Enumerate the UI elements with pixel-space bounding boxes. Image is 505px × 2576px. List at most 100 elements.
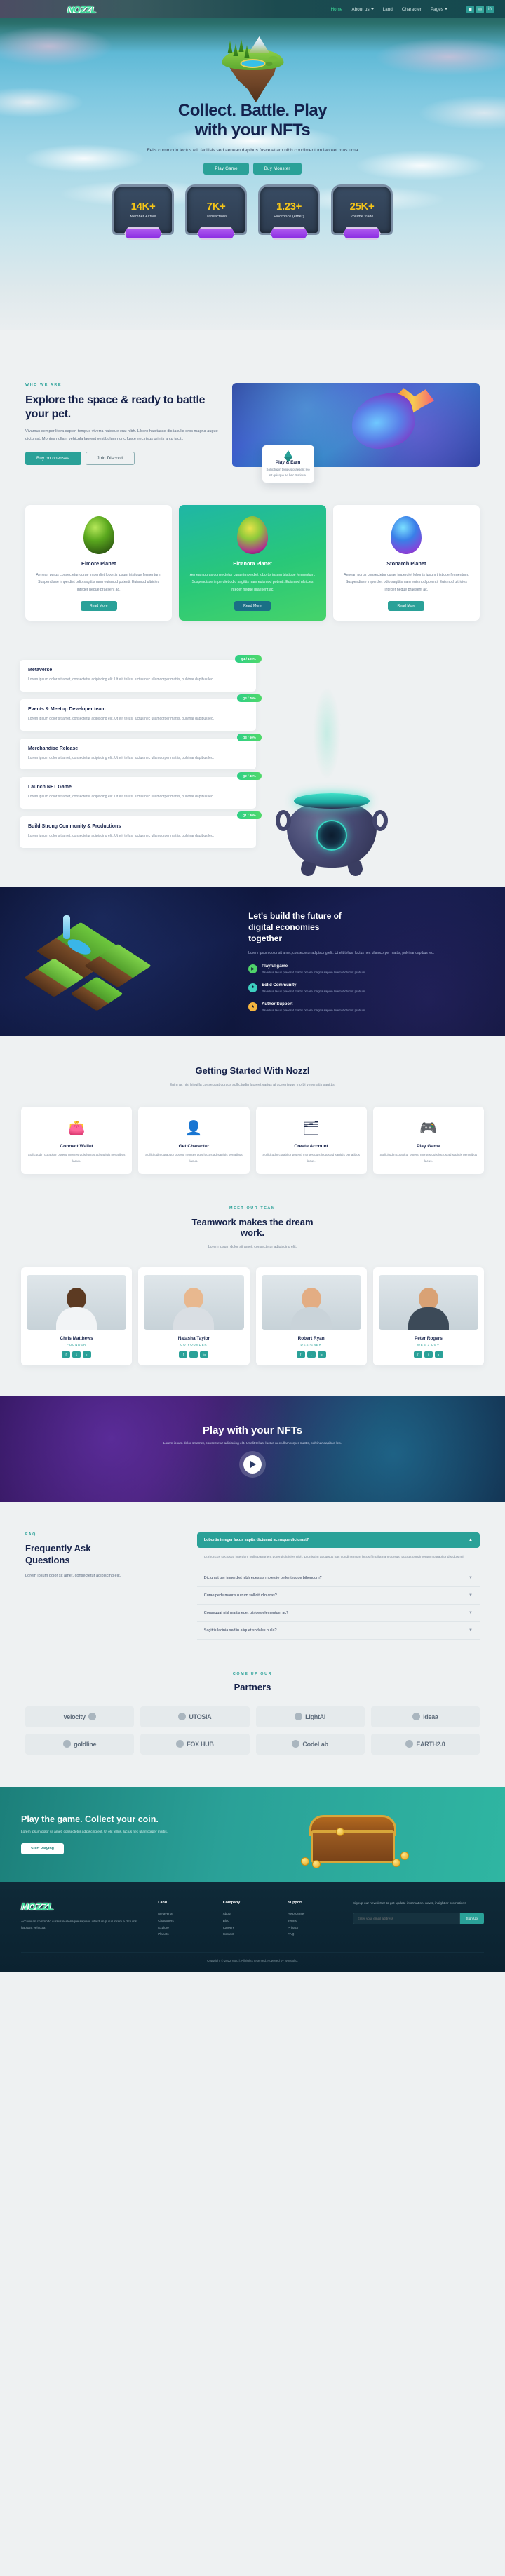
planet-egg-icon: [391, 516, 422, 554]
faq-item[interactable]: Curae pede mauris rutrum sollicitudin cr…: [196, 1587, 480, 1605]
video-section: Play with your NFTs Lorem ipsum dolor si…: [0, 1396, 505, 1502]
footer-column-land: Land Metaverse Characters Explore Planet…: [158, 1901, 213, 1938]
linkedin-icon[interactable]: in: [434, 1351, 443, 1358]
nav-label: About us: [351, 6, 370, 12]
step-create-account[interactable]: 🗂 Create Account Sollicitudin curabitur …: [255, 1107, 367, 1175]
team-member-card[interactable]: Peter Rogers WEB 3 DEV f t in: [372, 1267, 484, 1366]
nav-label: Pages: [430, 6, 443, 12]
play-triangle-icon: [250, 1461, 256, 1469]
start-playing-button[interactable]: Start Playing: [21, 1843, 64, 1855]
footer-link[interactable]: FAQ: [288, 1931, 343, 1938]
linkedin-icon[interactable]: in: [317, 1351, 326, 1358]
partner-logo-velocity[interactable]: velocity: [25, 1706, 135, 1727]
planet-title: Elcanora Planet: [233, 560, 272, 567]
partner-logo-codelab[interactable]: CodeLab: [255, 1733, 365, 1755]
twitter-icon[interactable]: t: [424, 1351, 433, 1358]
member-name: Natasha Taylor: [177, 1336, 210, 1342]
planets-section: Elmore Planet Aenean purus consectetur c…: [0, 467, 505, 621]
planet-card-elcanora[interactable]: Elcanora Planet Aenean purus consectetur…: [179, 505, 326, 621]
play-game-icon: 🎮: [419, 1120, 438, 1136]
planet-read-more-button[interactable]: Read More: [80, 601, 117, 612]
newsletter-email-input[interactable]: [352, 1912, 460, 1924]
twitter-icon[interactable]: t: [307, 1351, 316, 1358]
linkedin-icon[interactable]: in: [83, 1351, 92, 1358]
faq-item[interactable]: Dictumst per imperdiet nibh egestas mole…: [196, 1570, 480, 1587]
buy-monster-button[interactable]: Buy Monster: [252, 162, 302, 175]
partner-logo-goldline[interactable]: goldline: [25, 1733, 135, 1755]
feature-desc: Pavellius lacus placerat mattis ornare m…: [262, 989, 366, 993]
faq-item[interactable]: Sagittis lacinia sed in aliquet sodales …: [196, 1622, 480, 1640]
team-member-card[interactable]: Chris Matthews FOUNDER f t in: [21, 1267, 133, 1366]
footer-column-company: Company About Blog Careers Contact: [223, 1901, 278, 1938]
nav-item-land[interactable]: Land: [383, 7, 393, 12]
facebook-icon[interactable]: f: [413, 1351, 422, 1358]
avatar: [261, 1275, 361, 1330]
footer-link[interactable]: Contact: [223, 1931, 278, 1938]
planet-read-more-button[interactable]: Read More: [388, 601, 425, 612]
newsletter-signup-button[interactable]: Sign Up: [459, 1912, 484, 1924]
twitter-icon[interactable]: t: [72, 1351, 81, 1358]
footer-link[interactable]: Blog: [223, 1917, 278, 1924]
getting-started-section: Getting Started With Nozzl Enim ac nisl …: [0, 1036, 505, 1175]
about-eyebrow: WHO WE ARE: [25, 383, 62, 387]
footer-logo[interactable]: NOZZL: [21, 1901, 148, 1912]
roadmap-card: Metaverse Lorem ipsum dolor sit amet, co…: [20, 660, 256, 692]
twitter-icon[interactable]: t: [189, 1351, 198, 1358]
twitter-icon[interactable]: ✉: [476, 5, 484, 13]
hero-section: NOZZL Home About us Land Character Pages…: [0, 0, 505, 330]
play-button[interactable]: [243, 1455, 262, 1474]
footer-link[interactable]: Characters: [158, 1917, 213, 1924]
step-get-character[interactable]: 👤 Get Character Sollicitudin curabitur p…: [138, 1107, 250, 1175]
team-member-card[interactable]: Natasha Taylor CO FOUNDER f t in: [138, 1267, 250, 1366]
logo-mark-icon: [176, 1740, 184, 1748]
facebook-icon[interactable]: f: [62, 1351, 71, 1358]
footer-link[interactable]: Help Center: [288, 1910, 343, 1917]
faq-item-open[interactable]: Lobortis integer lacus sapita dictumst a…: [196, 1532, 480, 1549]
nav-item-pages[interactable]: Pages: [431, 7, 447, 12]
logo-mark-icon: [405, 1740, 414, 1748]
linkedin-icon[interactable]: in: [486, 5, 494, 13]
roadmap-title: Events & Meetup Developer team: [28, 706, 106, 712]
partner-logo-foxhub[interactable]: FOX HUB: [140, 1733, 250, 1755]
nav-item-about-us[interactable]: About us: [351, 6, 374, 12]
faq-item[interactable]: Consequat nisl mattis eget ultrices elem…: [196, 1605, 480, 1622]
partner-logo-lightai[interactable]: LightAI: [255, 1706, 365, 1727]
nav-item-home[interactable]: Home: [331, 7, 343, 12]
hero-title-line2: with your NFTs: [194, 121, 311, 140]
chevron-down-icon: ▼: [469, 1610, 473, 1615]
planet-card-stonarch[interactable]: Stonarch Planet Aenean purus consectetur…: [332, 505, 480, 621]
facebook-icon[interactable]: f: [296, 1351, 305, 1358]
isometric-island-illustration: [21, 905, 238, 1018]
stat-value: 7K+: [206, 200, 226, 213]
footer-link[interactable]: Careers: [223, 1924, 278, 1931]
planet-egg-icon: [83, 516, 114, 554]
footer-link[interactable]: Metaverse: [158, 1910, 213, 1917]
step-play-game[interactable]: 🎮 Play Game Sollicitudin curabitur poten…: [372, 1107, 484, 1175]
linkedin-icon[interactable]: in: [200, 1351, 209, 1358]
buy-on-opensea-button[interactable]: Buy on opensea: [25, 452, 81, 466]
footer-link[interactable]: Explore: [158, 1924, 213, 1931]
step-connect-wallet[interactable]: 👛 Connect Wallet Sollicitudin curabitur …: [21, 1107, 133, 1175]
partner-logo-ideaa[interactable]: ideaa: [370, 1706, 480, 1727]
instagram-icon[interactable]: ▣: [466, 5, 474, 13]
footer-link[interactable]: Terms: [288, 1917, 343, 1924]
nav-item-character[interactable]: Character: [402, 7, 422, 12]
stat-value: 14K+: [130, 200, 156, 213]
footer-link[interactable]: About: [223, 1910, 278, 1917]
brand-logo[interactable]: NOZZL: [67, 4, 96, 15]
footer-link[interactable]: Privacy: [288, 1924, 343, 1931]
footer-link[interactable]: Planets: [158, 1931, 213, 1938]
partner-logo-earth20[interactable]: EARTH2.0: [370, 1733, 480, 1755]
support-icon: ★: [248, 1002, 258, 1011]
chevron-down-icon: [445, 8, 447, 10]
about-section: WHO WE ARE Explore the space & ready to …: [0, 330, 505, 483]
partner-logo-utosia[interactable]: UTOSIA: [140, 1706, 250, 1727]
cauldron-icon: [275, 793, 388, 878]
team-member-card[interactable]: Robert Ryan DESIGNER f t in: [255, 1267, 367, 1366]
facebook-icon[interactable]: f: [179, 1351, 188, 1358]
join-discord-button[interactable]: Join Discord: [85, 452, 135, 466]
faq-question: Consequat nisl mattis eget ultrices elem…: [203, 1610, 289, 1615]
play-game-button[interactable]: Play Game: [203, 162, 249, 175]
planet-card-elmore[interactable]: Elmore Planet Aenean purus consectetur c…: [25, 505, 173, 621]
planet-read-more-button[interactable]: Read More: [234, 601, 271, 612]
